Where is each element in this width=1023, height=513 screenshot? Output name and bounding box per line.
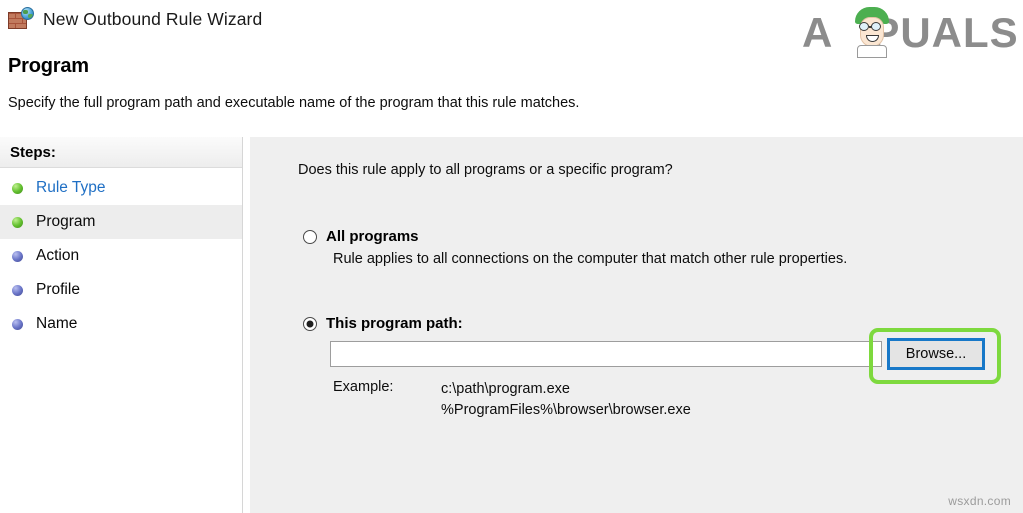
- radio-button-icon[interactable]: [303, 317, 317, 331]
- steps-list: Rule Type Program Action Profile Name: [0, 168, 242, 341]
- sidebar-item-label: Name: [36, 315, 78, 332]
- window-title: New Outbound Rule Wizard: [43, 8, 263, 29]
- wizard-header: New Outbound Rule Wizard Program Specify…: [0, 0, 1023, 128]
- step-bullet-icon: [12, 318, 23, 330]
- steps-sidebar: Steps: Rule Type Program Action Profile: [0, 137, 243, 513]
- example-path-1: c:\path\program.exe: [441, 381, 570, 397]
- step-bullet-icon: [12, 250, 23, 262]
- content-pane: Does this rule apply to all programs or …: [250, 137, 1023, 513]
- example-block: Example: c:\path\program.exe %ProgramFil…: [333, 379, 691, 421]
- sidebar-item-program[interactable]: Program: [0, 205, 242, 239]
- wizard-body: Steps: Rule Type Program Action Profile: [0, 128, 1023, 513]
- steps-header: Steps:: [0, 137, 242, 168]
- watermark: wsxdn.com: [948, 494, 1011, 508]
- sidebar-item-rule-type[interactable]: Rule Type: [0, 171, 242, 205]
- page-title: Program: [8, 55, 89, 77]
- step-bullet-icon: [12, 284, 23, 296]
- radio-this-program-path-label: This program path:: [326, 315, 463, 332]
- sidebar-item-label: Action: [36, 247, 80, 264]
- sidebar-item-label: Profile: [36, 281, 80, 298]
- radio-all-programs-label: All programs: [326, 228, 419, 245]
- example-label: Example:: [333, 379, 394, 395]
- radio-this-program-path[interactable]: This program path:: [303, 314, 463, 333]
- firewall-icon: [8, 7, 34, 31]
- sidebar-item-label: Program: [36, 213, 96, 230]
- browse-button[interactable]: Browse...: [887, 338, 985, 370]
- sidebar-item-profile[interactable]: Profile: [0, 273, 242, 307]
- step-bullet-icon: [12, 182, 23, 194]
- steps-header-label: Steps:: [10, 143, 56, 161]
- sidebar-item-label: Rule Type: [36, 179, 106, 196]
- appuals-mascot-icon: [853, 7, 893, 58]
- radio-all-programs-description: Rule applies to all connections on the c…: [333, 251, 848, 267]
- question-label: Does this rule apply to all programs or …: [298, 162, 673, 178]
- example-path-2: %ProgramFiles%\browser\browser.exe: [441, 402, 691, 418]
- appuals-logo: A PUALS: [802, 7, 1019, 59]
- appuals-wordmark: A PUALS: [802, 9, 1019, 56]
- window-title-row: New Outbound Rule Wizard: [8, 7, 262, 31]
- example-paths: c:\path\program.exe %ProgramFiles%\brows…: [441, 379, 691, 421]
- sidebar-item-name[interactable]: Name: [0, 307, 242, 341]
- step-bullet-icon: [12, 216, 23, 228]
- page-subtitle: Specify the full program path and execut…: [8, 95, 580, 111]
- sidebar-item-action[interactable]: Action: [0, 239, 242, 273]
- radio-button-icon[interactable]: [303, 230, 317, 244]
- program-path-input[interactable]: [330, 341, 882, 367]
- radio-all-programs[interactable]: All programs: [303, 227, 419, 246]
